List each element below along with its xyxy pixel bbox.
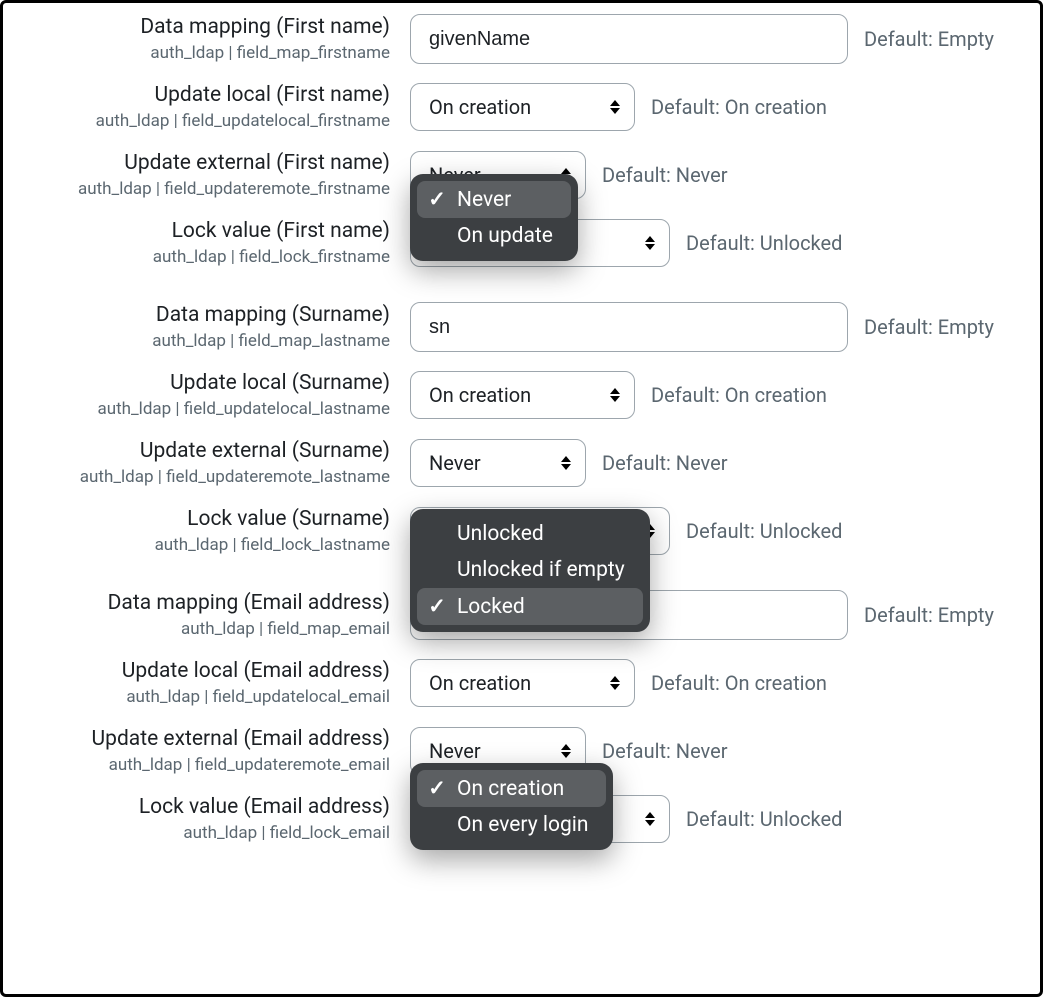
check-icon: ✓: [427, 776, 447, 801]
setting-title: Update external (First name): [3, 149, 390, 177]
label-column: Update local (Surname)auth_ldap | field_…: [3, 369, 410, 422]
default-hint: Default: On creation: [651, 671, 827, 695]
setting-title: Update local (First name): [3, 81, 390, 109]
dropdown-popup-lock_lastname[interactable]: Unlocked Unlocked if empty ✓ Locked: [410, 509, 650, 632]
label-column: Update external (Surname)auth_ldap | fie…: [3, 437, 410, 490]
control-column: Never Default: Never: [410, 433, 1040, 493]
label-column: Update external (Email address)auth_ldap…: [3, 725, 410, 778]
setting-key: auth_ldap | field_lock_email: [3, 821, 390, 846]
check-icon: ✓: [427, 594, 447, 619]
chevron-up-down-icon: [610, 100, 620, 114]
check-icon: ✓: [427, 187, 447, 212]
dropdown-option[interactable]: ✓ Never: [417, 181, 571, 218]
dropdown-option[interactable]: ✓ Locked: [417, 588, 643, 625]
default-hint: Default: Never: [602, 739, 728, 763]
label-column: Lock value (Email address)auth_ldap | fi…: [3, 793, 410, 846]
label-column: Update local (First name)auth_ldap | fie…: [3, 81, 410, 134]
map-firstname-input[interactable]: [410, 14, 848, 64]
setting-key: auth_ldap | field_updatelocal_firstname: [3, 109, 390, 134]
chevron-up-down-icon: [561, 744, 571, 758]
setting-key: auth_ldap | field_updatelocal_lastname: [3, 397, 390, 422]
setting-title: Lock value (First name): [3, 217, 390, 245]
default-hint: Default: On creation: [651, 383, 827, 407]
chevron-up-down-icon: [645, 812, 655, 826]
updatelocal-firstname-select[interactable]: On creation: [410, 83, 635, 131]
dropdown-option-label: Unlocked: [457, 522, 544, 546]
setting-row: Data mapping (First name)auth_ldap | fie…: [3, 9, 1040, 73]
control-column: On creation Default: On creation: [410, 365, 1040, 425]
default-hint: Default: Empty: [864, 27, 994, 51]
label-column: Lock value (First name)auth_ldap | field…: [3, 217, 410, 270]
setting-title: Lock value (Email address): [3, 793, 390, 821]
default-hint: Default: Unlocked: [686, 231, 842, 255]
select-value: On creation: [429, 95, 531, 119]
control-column: Default: Empty: [410, 9, 1040, 69]
select-value: On creation: [429, 671, 531, 695]
default-hint: Default: Unlocked: [686, 519, 842, 543]
setting-title: Update local (Email address): [3, 657, 390, 685]
control-column: On creation Default: On creation: [410, 77, 1040, 137]
dropdown-option[interactable]: On update: [417, 218, 571, 254]
dropdown-option[interactable]: Unlocked: [417, 516, 643, 552]
dropdown-option[interactable]: ✓ On creation: [417, 770, 606, 807]
setting-title: Update external (Surname): [3, 437, 390, 465]
dropdown-option-label: Unlocked if empty: [457, 558, 625, 582]
chevron-up-down-icon: [610, 388, 620, 402]
setting-title: Lock value (Surname): [3, 505, 390, 533]
setting-title: Data mapping (Email address): [3, 589, 390, 617]
setting-key: auth_ldap | field_updateremote_firstname: [3, 177, 390, 202]
dropdown-option[interactable]: On every login: [417, 807, 606, 843]
setting-key: auth_ldap | field_lock_firstname: [3, 245, 390, 270]
setting-title: Data mapping (First name): [3, 13, 390, 41]
label-column: Lock value (Surname)auth_ldap | field_lo…: [3, 505, 410, 558]
dropdown-option-label: On every login: [457, 813, 588, 837]
default-hint: Default: Empty: [864, 603, 994, 627]
label-column: Data mapping (Email address)auth_ldap | …: [3, 589, 410, 642]
select-value: Never: [429, 739, 481, 763]
dropdown-option-label: Never: [457, 188, 511, 212]
updateremote-lastname-select[interactable]: Never: [410, 439, 586, 487]
setting-row: Data mapping (Surname)auth_ldap | field_…: [3, 297, 1040, 361]
chevron-up-down-icon: [645, 236, 655, 250]
setting-title: Update external (Email address): [3, 725, 390, 753]
default-hint: Default: Never: [602, 451, 728, 475]
dropdown-option-label: Locked: [457, 595, 525, 619]
default-hint: Default: Never: [602, 163, 728, 187]
label-column: Update local (Email address)auth_ldap | …: [3, 657, 410, 710]
dropdown-option[interactable]: Unlocked if empty: [417, 552, 643, 588]
setting-title: Data mapping (Surname): [3, 301, 390, 329]
setting-key: auth_ldap | field_map_email: [3, 617, 390, 642]
map-lastname-input[interactable]: [410, 302, 848, 352]
label-column: Data mapping (First name)auth_ldap | fie…: [3, 13, 410, 66]
control-column: Default: Empty: [410, 297, 1040, 357]
dropdown-popup-updatelocal_email[interactable]: ✓ On creation On every login: [410, 763, 613, 850]
default-hint: Default: Empty: [864, 315, 994, 339]
updatelocal-email-select[interactable]: On creation: [410, 659, 635, 707]
setting-key: auth_ldap | field_updatelocal_email: [3, 685, 390, 710]
default-hint: Default: On creation: [651, 95, 827, 119]
setting-key: auth_ldap | field_map_firstname: [3, 41, 390, 66]
setting-row: Update local (First name)auth_ldap | fie…: [3, 73, 1040, 141]
control-column: On creation Default: On creation: [410, 653, 1040, 713]
label-column: Data mapping (Surname)auth_ldap | field_…: [3, 301, 410, 354]
dropdown-option-label: On creation: [457, 777, 564, 801]
default-hint: Default: Unlocked: [686, 807, 842, 831]
setting-row: Update local (Surname)auth_ldap | field_…: [3, 361, 1040, 429]
chevron-up-down-icon: [610, 676, 620, 690]
setting-key: auth_ldap | field_lock_lastname: [3, 533, 390, 558]
select-value: On creation: [429, 383, 531, 407]
label-column: Update external (First name)auth_ldap | …: [3, 149, 410, 202]
setting-title: Update local (Surname): [3, 369, 390, 397]
setting-row: Update local (Email address)auth_ldap | …: [3, 649, 1040, 717]
chevron-up-down-icon: [561, 456, 571, 470]
select-value: Never: [429, 451, 481, 475]
setting-key: auth_ldap | field_updateremote_lastname: [3, 465, 390, 490]
dropdown-popup-updateremote_firstname[interactable]: ✓ Never On update: [410, 174, 578, 261]
setting-key: auth_ldap | field_map_lastname: [3, 329, 390, 354]
dropdown-option-label: On update: [457, 224, 553, 248]
setting-key: auth_ldap | field_updateremote_email: [3, 753, 390, 778]
updatelocal-lastname-select[interactable]: On creation: [410, 371, 635, 419]
settings-panel: Data mapping (First name)auth_ldap | fie…: [0, 0, 1043, 997]
setting-row: Update external (Surname)auth_ldap | fie…: [3, 429, 1040, 497]
